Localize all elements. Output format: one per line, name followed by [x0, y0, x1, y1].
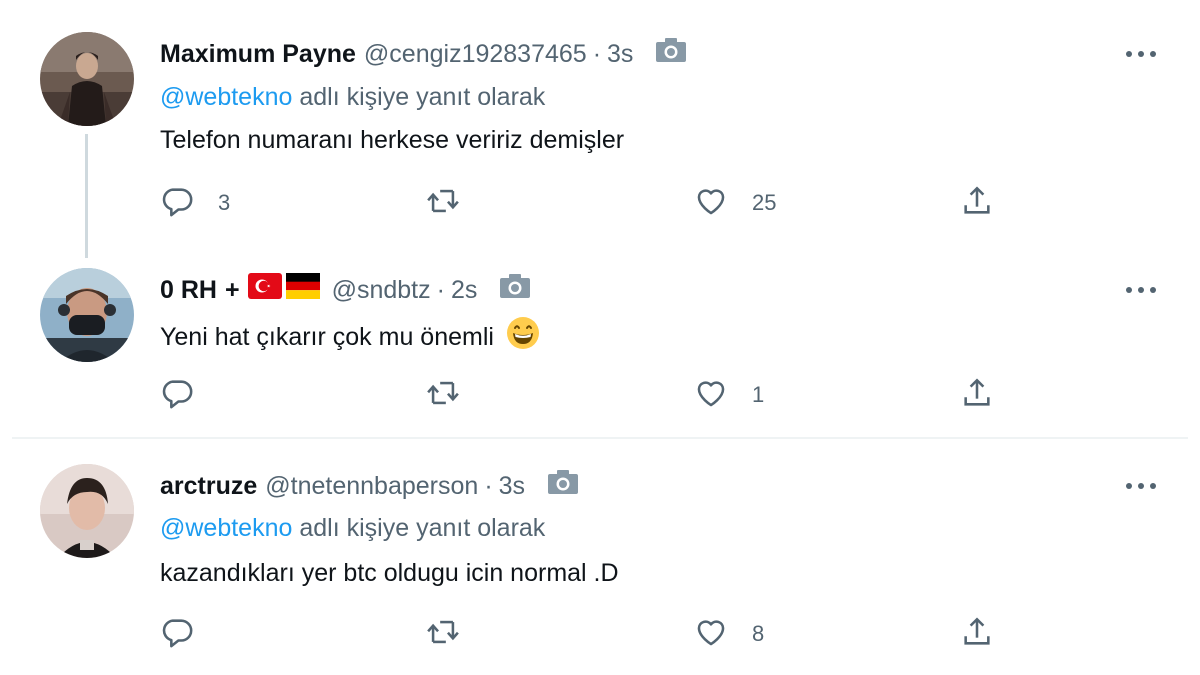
- tweet-header: Maximum Payne @cengiz192837465 · 3s: [160, 37, 687, 70]
- avatar[interactable]: [40, 268, 134, 362]
- like-count: 8: [752, 621, 765, 646]
- user-handle[interactable]: @sndbtz: [332, 275, 431, 305]
- user-handle[interactable]: @tnetennbaperson: [265, 471, 478, 501]
- share-icon: [960, 184, 994, 223]
- more-icon[interactable]: [1124, 478, 1158, 489]
- avatar[interactable]: [40, 464, 134, 558]
- turkey-flag: [247, 273, 282, 306]
- like-button[interactable]: 25: [694, 185, 776, 221]
- tweet-text: Yeni hat çıkarır çok mu önemli: [160, 322, 494, 351]
- camera-icon: [655, 37, 687, 70]
- mention-link[interactable]: @webtekno: [160, 514, 292, 542]
- reply-count: 3: [218, 190, 231, 215]
- retweet-icon: [424, 184, 462, 223]
- separator-dot: ·: [436, 275, 445, 304]
- separator-dot: ·: [592, 39, 602, 68]
- like-button[interactable]: 8: [694, 616, 764, 652]
- action-bar: 1: [160, 377, 1060, 413]
- like-count: 1: [752, 382, 765, 407]
- timestamp[interactable]: 3s: [499, 471, 525, 501]
- replying-to-label: adlı kişiye yanıt olarak: [292, 514, 546, 542]
- share-icon: [960, 376, 994, 415]
- tweet[interactable]: 0 RH + @sndbtz · 2s Yeni hat çıkarır çok…: [0, 250, 1200, 435]
- tweet-feed: Maximum Payne @cengiz192837465 · 3s @web…: [0, 0, 1200, 675]
- share-button[interactable]: [960, 377, 994, 413]
- like-count: 25: [752, 190, 777, 215]
- retweet-button[interactable]: [424, 377, 486, 413]
- retweet-button[interactable]: [424, 185, 486, 221]
- tweet-text: kazandıkları yer btc oldugu icin normal …: [160, 559, 619, 587]
- like-icon: [694, 184, 728, 223]
- avatar[interactable]: [40, 32, 134, 126]
- like-button[interactable]: 1: [694, 377, 764, 413]
- replying-to: @webtekno adlı kişiye yanıt olarak: [160, 513, 545, 543]
- share-button[interactable]: [960, 616, 994, 652]
- action-bar: 8: [160, 616, 1060, 652]
- tweet-divider: [12, 437, 1188, 439]
- germany-flag: [285, 273, 320, 306]
- reply-icon: [160, 376, 194, 415]
- thread-line: [85, 134, 88, 258]
- like-icon: [694, 615, 728, 654]
- reply-button[interactable]: [160, 616, 218, 652]
- reply-button[interactable]: [160, 377, 218, 413]
- retweet-icon: [424, 376, 462, 415]
- reply-icon: [160, 184, 194, 223]
- retweet-icon: [424, 615, 462, 654]
- share-icon: [960, 615, 994, 654]
- display-name[interactable]: Maximum Payne: [160, 39, 356, 69]
- tweet[interactable]: Maximum Payne @cengiz192837465 · 3s @web…: [0, 0, 1200, 258]
- replying-to-label: adlı kişiye yanıt olarak: [292, 83, 546, 111]
- share-button[interactable]: [960, 185, 994, 221]
- mention-link[interactable]: @webtekno: [160, 83, 292, 111]
- tweet[interactable]: arctruze @tnetennbaperson · 3s @webtekno…: [0, 440, 1200, 675]
- camera-icon: [499, 273, 531, 306]
- tweet-header: 0 RH + @sndbtz · 2s: [160, 273, 531, 306]
- grinning-face-emoji: [506, 316, 540, 357]
- display-name[interactable]: arctruze: [160, 471, 257, 501]
- more-icon[interactable]: [1124, 46, 1158, 57]
- like-icon: [694, 376, 728, 415]
- separator-dot: ·: [484, 471, 493, 500]
- tweet-text: Telefon numaranı herkese veririz demişle…: [160, 126, 625, 154]
- retweet-button[interactable]: [424, 616, 486, 652]
- replying-to: @webtekno adlı kişiye yanıt olarak: [160, 82, 545, 112]
- timestamp[interactable]: 3s: [607, 39, 633, 69]
- tweet-text-row: Yeni hat çıkarır çok mu önemli: [160, 316, 540, 357]
- name-plus: +: [224, 275, 240, 304]
- action-bar: 3 25: [160, 185, 1060, 221]
- tweet-header: arctruze @tnetennbaperson · 3s: [160, 469, 579, 502]
- user-handle[interactable]: @cengiz192837465: [364, 39, 587, 69]
- more-icon[interactable]: [1124, 282, 1158, 293]
- reply-icon: [160, 615, 194, 654]
- timestamp[interactable]: 2s: [451, 275, 477, 305]
- display-name[interactable]: 0 RH: [160, 275, 217, 305]
- reply-button[interactable]: 3: [160, 185, 230, 221]
- camera-icon: [547, 469, 579, 502]
